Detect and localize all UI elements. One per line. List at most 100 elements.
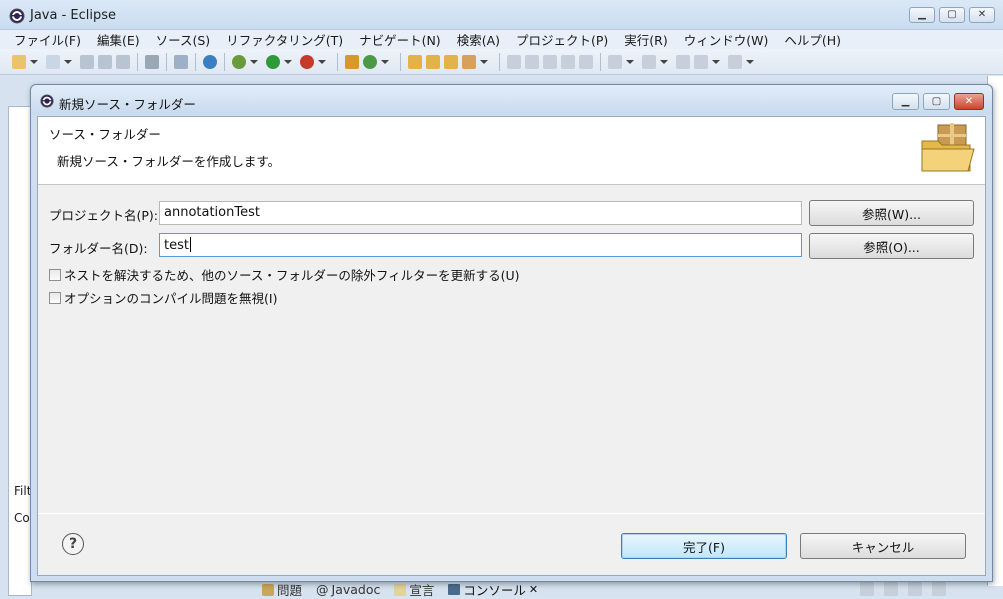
folder-name-input[interactable]: test	[159, 233, 802, 257]
cancel-button[interactable]: キャンセル	[800, 533, 966, 559]
debug-dropdown-icon[interactable]	[250, 59, 258, 64]
text-caret	[189, 237, 191, 252]
update-exclusion-checkbox-row[interactable]: ネストを解決するため、他のソース・フォルダーの除外フィルターを更新する(U)	[49, 265, 520, 284]
last-edit-icon[interactable]	[676, 54, 690, 69]
tab-declaration[interactable]: 宣言	[394, 580, 434, 599]
menu-window[interactable]: ウィンドウ(W)	[684, 30, 769, 49]
display-console-icon[interactable]	[884, 582, 898, 596]
new-wizard-dropdown-icon[interactable]	[64, 59, 72, 64]
problems-icon	[262, 583, 274, 596]
external-tools-dropdown-icon[interactable]	[318, 59, 326, 64]
console-icon	[448, 584, 461, 595]
run-icon[interactable]	[266, 54, 280, 69]
new-class-icon[interactable]	[363, 54, 377, 69]
annotation-next-icon[interactable]	[507, 54, 521, 69]
tab-console[interactable]: コンソール ✕	[448, 580, 538, 599]
new-java-project-icon[interactable]	[345, 54, 359, 69]
save-all-icon[interactable]	[98, 54, 112, 69]
banner-description: 新規ソース・フォルダーを作成します。	[57, 154, 281, 169]
forward-icon[interactable]	[728, 54, 742, 69]
search-icon[interactable]	[462, 54, 476, 69]
menu-source[interactable]: ソース(S)	[156, 30, 211, 49]
button-bar-divider	[38, 513, 985, 514]
tab-problems[interactable]: 問題	[262, 580, 302, 599]
window-title: Java - Eclipse	[30, 8, 117, 23]
wizard-banner: ソース・フォルダー 新規ソース・フォルダーを作成します。	[38, 117, 985, 185]
finish-button[interactable]: 完了(F)	[621, 533, 787, 559]
open-resource-icon[interactable]	[444, 54, 458, 69]
open-type-icon[interactable]	[408, 54, 422, 69]
eclipse-icon	[9, 8, 25, 24]
dialog-maximize-button[interactable]: ▢	[923, 93, 950, 110]
menu-project[interactable]: プロジェクト(P)	[516, 30, 608, 49]
forward-dropdown-icon[interactable]	[746, 59, 754, 64]
show-whitespace-icon[interactable]	[579, 54, 593, 69]
dialog-minimize-button[interactable]: ▁	[892, 93, 919, 110]
new-source-folder-dialog: 新規ソース・フォルダー ▁ ▢ ✕ ソース・フォルダー 新規ソース・フォルダーを…	[30, 84, 993, 582]
main-toolbar	[0, 49, 1003, 75]
browse-project-button[interactable]: 参照(W)...	[809, 200, 974, 226]
server-icon[interactable]	[203, 54, 217, 69]
update-exclusion-label: ネストを解決するため、他のソース・フォルダーの除外フィルターを更新する(U)	[64, 268, 520, 283]
menu-refactor[interactable]: リファクタリング(T)	[226, 30, 343, 49]
prev-annotation-icon[interactable]	[642, 54, 656, 69]
help-button[interactable]: ?	[62, 533, 84, 555]
next-annotation-icon[interactable]	[608, 54, 622, 69]
tab-javadoc[interactable]: @ Javadoc	[316, 582, 380, 597]
project-name-label: プロジェクト名(P):	[49, 208, 159, 223]
ignore-problems-checkbox-row[interactable]: オプションのコンパイル問題を無視(I)	[49, 288, 277, 307]
back-dropdown-icon[interactable]	[712, 59, 720, 64]
minimize-view-icon[interactable]	[932, 582, 946, 596]
new-class-dropdown-icon[interactable]	[381, 59, 389, 64]
run-dropdown-icon[interactable]	[284, 59, 292, 64]
block-selection-icon[interactable]	[561, 54, 575, 69]
back-icon[interactable]	[694, 54, 708, 69]
console-label-partial: Co	[14, 511, 30, 525]
menu-file[interactable]: ファイル(F)	[14, 30, 81, 49]
new-dropdown-icon[interactable]	[30, 59, 38, 64]
eclipse-icon	[40, 94, 54, 108]
project-name-input[interactable]: annotationTest	[159, 201, 802, 225]
binary-icon[interactable]	[145, 54, 159, 69]
pen-icon[interactable]	[525, 54, 539, 69]
toolbar-separator	[499, 52, 500, 71]
source-folder-icon	[921, 123, 975, 172]
toolbar-separator	[224, 52, 225, 71]
new-icon[interactable]	[12, 54, 26, 69]
skip-breakpoints-icon[interactable]	[174, 54, 188, 69]
close-tab-icon[interactable]: ✕	[529, 583, 538, 596]
filter-label-partial: Filt	[14, 484, 32, 498]
menu-help[interactable]: ヘルプ(H)	[784, 30, 841, 49]
save-icon[interactable]	[80, 54, 94, 69]
pin-console-icon[interactable]	[908, 582, 922, 596]
menu-search[interactable]: 検索(A)	[457, 30, 500, 49]
ignore-problems-label: オプションのコンパイル問題を無視(I)	[64, 291, 278, 306]
external-tools-icon[interactable]	[300, 54, 314, 69]
ignore-problems-checkbox[interactable]	[49, 291, 61, 304]
open-task-icon[interactable]	[426, 54, 440, 69]
dialog-content: ソース・フォルダー 新規ソース・フォルダーを作成します。 プロジェクト名(P):…	[37, 116, 986, 576]
menu-bar: ファイル(F) 編集(E) ソース(S) リファクタリング(T) ナビゲート(N…	[0, 30, 1003, 49]
main-title-bar: Java - Eclipse ▁ ▢ ✕	[0, 0, 1003, 30]
open-console-icon[interactable]	[860, 582, 874, 596]
minimize-button[interactable]: ▁	[909, 7, 935, 23]
dialog-close-button[interactable]: ✕	[954, 93, 984, 110]
new-wizard-icon[interactable]	[46, 54, 60, 69]
browse-folder-button[interactable]: 参照(O)...	[809, 233, 974, 259]
mark-occurrences-icon[interactable]	[543, 54, 557, 69]
toolbar-separator	[337, 52, 338, 71]
search-dropdown-icon[interactable]	[480, 59, 488, 64]
menu-run[interactable]: 実行(R)	[624, 30, 667, 49]
menu-edit[interactable]: 編集(E)	[97, 30, 140, 49]
close-button[interactable]: ✕	[969, 7, 995, 23]
toolbar-separator	[166, 52, 167, 71]
update-exclusion-checkbox[interactable]	[49, 268, 61, 281]
maximize-button[interactable]: ▢	[939, 7, 965, 23]
bottom-view-tabs: 問題 @ Javadoc 宣言 コンソール ✕	[262, 580, 538, 599]
next-annotation-dropdown-icon[interactable]	[626, 59, 634, 64]
menu-navigate[interactable]: ナビゲート(N)	[359, 30, 441, 49]
prev-annotation-dropdown-icon[interactable]	[660, 59, 668, 64]
print-icon[interactable]	[116, 54, 130, 69]
debug-icon[interactable]	[232, 54, 246, 69]
console-toolbar	[860, 582, 946, 596]
